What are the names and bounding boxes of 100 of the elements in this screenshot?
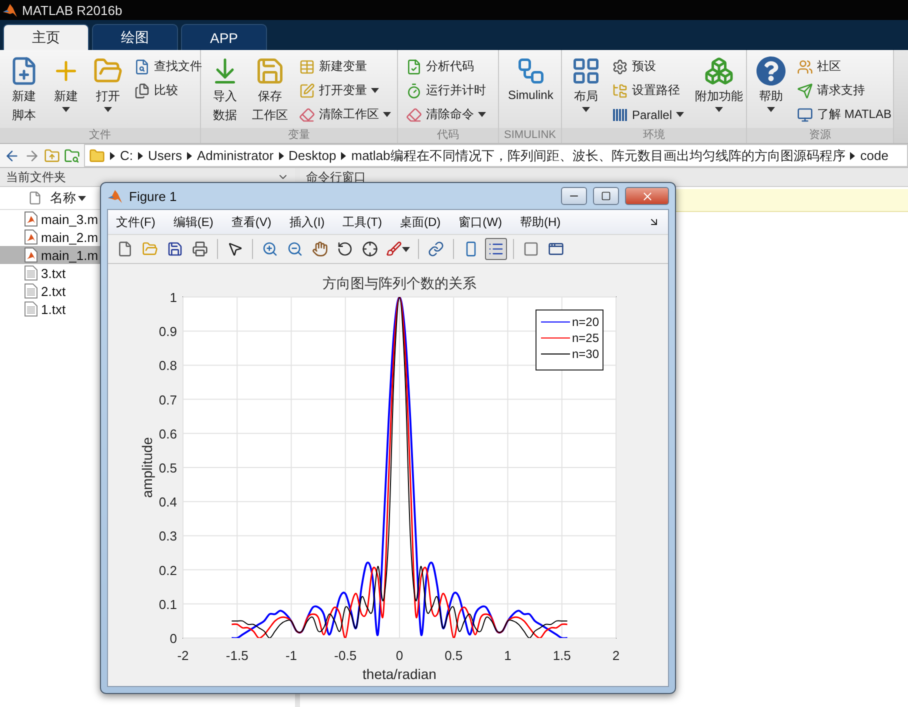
file-search-icon bbox=[134, 58, 150, 74]
path-field[interactable]: C: Users Administrator Desktop matlab编程在不同情况下，阵列间距、波长、阵元数目画出均匀线阵的方向图源码程序 code bbox=[84, 144, 908, 167]
zoom-out-icon bbox=[287, 241, 303, 257]
menu-item[interactable]: 桌面(D) bbox=[400, 214, 441, 230]
crosshair-icon bbox=[362, 241, 378, 257]
table-icon bbox=[299, 58, 315, 74]
pencil-icon bbox=[299, 82, 315, 98]
file-row[interactable]: 3.txt bbox=[0, 264, 100, 282]
toolstrip-button[interactable]: 布局 bbox=[568, 54, 604, 128]
toolstrip-button[interactable]: 新建 bbox=[48, 54, 84, 128]
text-file-icon bbox=[24, 283, 38, 299]
path-segment[interactable]: matlab编程在不同情况下，阵列间距、波长、阵元数目画出均匀线阵的方向图源码程序 bbox=[351, 146, 846, 164]
toolstrip-button[interactable]: 清除命令 bbox=[404, 104, 488, 125]
toolstrip-button[interactable]: 打开 bbox=[90, 54, 126, 128]
dock-arrow-icon[interactable] bbox=[648, 216, 660, 228]
file-row[interactable]: main_2.m bbox=[0, 228, 100, 246]
window-icon bbox=[548, 241, 564, 257]
ribbon-tab[interactable]: APP bbox=[181, 24, 267, 50]
rotate-icon bbox=[337, 241, 353, 257]
legend-label: n=25 bbox=[572, 331, 600, 345]
path-separator-icon bbox=[186, 152, 192, 160]
ribbon-tab[interactable]: 绘图 bbox=[92, 24, 178, 50]
y-tick-label: 1 bbox=[170, 290, 177, 305]
ribbon-tab[interactable]: 主页 bbox=[3, 24, 89, 50]
path-segment[interactable]: C: bbox=[120, 148, 133, 163]
path-separator-icon bbox=[110, 152, 115, 160]
legend-label: n=20 bbox=[572, 315, 600, 329]
save-icon bbox=[167, 241, 183, 257]
folder-icon bbox=[89, 148, 105, 164]
pointer-icon bbox=[227, 241, 243, 257]
y-tick-label: 0 bbox=[170, 631, 177, 646]
cubes-icon bbox=[704, 56, 734, 86]
panel-title: 当前文件夹 bbox=[6, 168, 66, 186]
file-row[interactable]: main_3.m bbox=[0, 210, 100, 228]
y-tick-label: 0.9 bbox=[158, 324, 177, 340]
path-segment[interactable]: Administrator bbox=[196, 148, 274, 163]
toolstrip-button[interactable]: 运行并计时 bbox=[404, 80, 488, 101]
folder-icon bbox=[142, 241, 158, 257]
section-label: 文件 bbox=[0, 128, 200, 143]
toolstrip-button[interactable]: 新建 脚本 bbox=[6, 54, 42, 128]
toolstrip-button[interactable]: 导入 数据 bbox=[207, 54, 243, 128]
toolstrip-button[interactable]: Simulink bbox=[505, 54, 556, 128]
toolstrip-button[interactable]: 比较 bbox=[132, 80, 204, 101]
caret-icon bbox=[78, 196, 86, 200]
minimize-button[interactable] bbox=[561, 187, 587, 205]
legend-box bbox=[536, 310, 604, 370]
toolstrip-button[interactable]: 了解 MATLAB bbox=[795, 104, 894, 125]
path-segment[interactable]: Users bbox=[148, 148, 182, 163]
toolstrip-button[interactable]: 清除工作区 bbox=[297, 104, 393, 125]
figure-title: Figure 1 bbox=[129, 188, 178, 204]
file-name: main_1.m bbox=[41, 248, 98, 262]
path-segment[interactable]: Desktop bbox=[288, 148, 336, 163]
menu-item[interactable]: 文件(F) bbox=[116, 214, 156, 230]
toolstrip-button[interactable]: 请求支持 bbox=[795, 80, 894, 101]
menu-item[interactable]: 帮助(H) bbox=[520, 214, 561, 230]
x-axis-label: theta/radian bbox=[362, 666, 436, 682]
file-name: 2.txt bbox=[41, 284, 66, 298]
section-label: 环境 bbox=[562, 128, 746, 143]
logo-icon bbox=[107, 188, 123, 204]
close-button[interactable] bbox=[625, 187, 669, 205]
zoom-in-icon bbox=[262, 241, 278, 257]
toolstrip-button[interactable]: 打开变量 bbox=[297, 80, 393, 101]
menu-item[interactable]: 插入(I) bbox=[289, 214, 325, 230]
menu-item[interactable]: 窗口(W) bbox=[458, 214, 502, 230]
forward-icon[interactable] bbox=[24, 148, 40, 164]
y-tick-label: 0.7 bbox=[158, 392, 177, 408]
bars-icon bbox=[612, 106, 628, 122]
maximize-icon bbox=[601, 191, 611, 201]
text-file-icon bbox=[24, 265, 38, 281]
toolstrip-button[interactable]: 帮助 bbox=[753, 54, 789, 128]
menu-item[interactable]: 查看(V) bbox=[231, 214, 272, 230]
folder-search-icon[interactable] bbox=[64, 148, 80, 164]
file-row[interactable]: 2.txt bbox=[0, 282, 100, 300]
logo-icon bbox=[2, 2, 18, 18]
send-icon bbox=[797, 82, 813, 98]
file-row[interactable]: 1.txt bbox=[0, 300, 100, 318]
back-icon[interactable] bbox=[4, 148, 20, 164]
path-segment[interactable]: code bbox=[860, 148, 888, 163]
toolstrip-button[interactable]: 设置路径 bbox=[610, 80, 686, 101]
toolstrip-button[interactable]: 社区 bbox=[795, 56, 894, 77]
toolstrip-button[interactable]: 分析代码 bbox=[404, 56, 488, 77]
column-header[interactable]: 名称 bbox=[50, 189, 86, 207]
toolstrip-button[interactable]: 预设 bbox=[610, 56, 686, 77]
y-tick-label: 0.3 bbox=[158, 528, 177, 544]
maximize-button[interactable] bbox=[593, 187, 619, 205]
eraser-icon bbox=[299, 106, 315, 122]
menu-item[interactable]: 工具(T) bbox=[342, 214, 382, 230]
toolstrip-button[interactable]: Parallel bbox=[610, 104, 686, 125]
menu-item[interactable]: 编辑(E) bbox=[173, 214, 214, 230]
section-label: SIMULINK bbox=[499, 128, 561, 143]
toolstrip-button[interactable]: 新建变量 bbox=[297, 56, 393, 77]
file-name: 1.txt bbox=[41, 302, 66, 316]
eraser-icon bbox=[406, 106, 422, 122]
save-icon bbox=[255, 56, 285, 86]
toolstrip-button[interactable]: 保存 工作区 bbox=[249, 54, 291, 128]
toolstrip-button[interactable]: 查找文件 bbox=[132, 56, 204, 77]
file-name: main_2.m bbox=[41, 230, 98, 244]
toolstrip-button[interactable]: 附加功能 bbox=[692, 54, 746, 128]
x-tick-label: 1.5 bbox=[552, 648, 571, 663]
file-row[interactable]: main_1.m bbox=[0, 246, 100, 264]
